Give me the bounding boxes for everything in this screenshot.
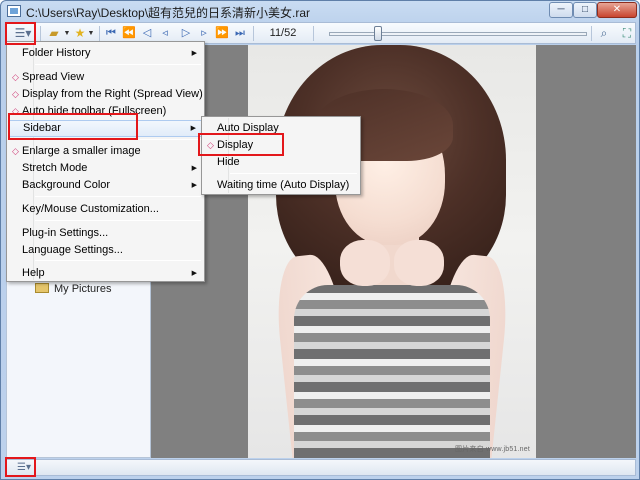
menu-item-label: Display from the Right (Spread View): [22, 88, 203, 100]
menu-item-label: Spread View: [22, 71, 85, 83]
maximize-button[interactable]: □: [573, 2, 597, 18]
submenu-arrow-icon: ▶: [191, 270, 197, 277]
toolbar-separator: [99, 26, 100, 41]
page-slider-thumb[interactable]: [374, 26, 383, 41]
diamond-check-icon: ◇: [12, 106, 19, 116]
page-slider-track[interactable]: [329, 32, 587, 36]
previous-single-icon[interactable]: ◃: [158, 25, 172, 42]
submenu-item-label: Auto Display: [217, 122, 279, 134]
image-viewer[interactable]: 图片来自 www.jb51.net: [151, 45, 636, 458]
menu-item-label: Sidebar: [23, 122, 61, 134]
sidebar-submenu: Auto Display ◇ Display Hide Waiting time (Au…: [201, 116, 361, 195]
menu-separator: [35, 260, 201, 261]
menu-separator: [230, 173, 357, 174]
photo-fist-left: [340, 240, 390, 286]
main-menu: Folder History ▶ ◇ Spread View ◇ Display from…: [6, 41, 205, 282]
folder-open-icon[interactable]: ▰: [43, 25, 65, 42]
menu-icon[interactable]: ☰▾: [10, 462, 38, 474]
menu-item-label: Folder History: [22, 47, 91, 59]
next-folder-icon[interactable]: ⏩: [215, 25, 229, 42]
close-button[interactable]: ✕: [597, 2, 637, 18]
submenu-item-waiting-time[interactable]: Waiting time (Auto Display): [203, 177, 359, 194]
menu-separator: [35, 64, 201, 65]
menu-item-folder-history[interactable]: Folder History ▶: [8, 45, 203, 62]
menu-item-background-color[interactable]: Background Color ▶: [8, 177, 203, 194]
search-icon[interactable]: ⌕: [597, 25, 611, 42]
menu-item-language-settings[interactable]: Language Settings...: [8, 242, 203, 259]
submenu-arrow-icon: ▶: [191, 182, 197, 189]
submenu-item-display[interactable]: ◇ Display: [203, 137, 359, 154]
first-page-icon[interactable]: ⏮: [104, 25, 118, 42]
diamond-check-icon: ◇: [12, 89, 19, 99]
open-dropdown-arrow[interactable]: ▼: [63, 25, 71, 42]
page-counter: 11/52: [269, 27, 297, 39]
window-title: C:\Users\Ray\Desktop\超有范兒的日系清新小美女.rar: [26, 6, 311, 20]
toolbar-separator: [253, 26, 254, 41]
submenu-item-auto-display[interactable]: Auto Display: [203, 120, 359, 137]
next-page-icon[interactable]: ▹: [197, 25, 211, 42]
folder-icon: [35, 283, 49, 293]
toolbar-separator: [313, 26, 314, 41]
title-bar: C:\Users\Ray\Desktop\超有范兒的日系清新小美女.rar ─ …: [1, 1, 639, 21]
diamond-check-icon: ◇: [12, 72, 19, 82]
menu-item-label: Background Color: [22, 179, 111, 191]
menu-icon[interactable]: ☰▾: [9, 25, 37, 42]
sidebar-folder-item[interactable]: My Pictures: [35, 283, 111, 295]
menu-item-key-mouse-customization[interactable]: Key/Mouse Customization...: [8, 201, 203, 218]
menu-item-help[interactable]: Help ▶: [8, 265, 203, 282]
displayed-photo[interactable]: 图片来自 www.jb51.net: [248, 45, 536, 458]
last-page-icon[interactable]: ⏭: [233, 25, 247, 42]
submenu-arrow-icon: ▶: [191, 165, 197, 172]
toolbar-separator: [591, 26, 592, 41]
previous-folder-icon[interactable]: ⏪: [122, 25, 136, 42]
submenu-item-hide[interactable]: Hide: [203, 154, 359, 171]
menu-item-spread-view[interactable]: ◇ Spread View: [8, 69, 203, 86]
photo-fist-right: [394, 240, 444, 286]
app-icon: [7, 5, 21, 17]
diamond-check-icon: ◇: [12, 146, 19, 156]
sidebar-folder-label: My Pictures: [54, 283, 112, 295]
submenu-item-label: Display: [217, 139, 254, 151]
menu-item-label: Help: [22, 267, 45, 279]
menu-item-stretch-mode[interactable]: Stretch Mode ▶: [8, 160, 203, 177]
submenu-arrow-icon: ▶: [190, 125, 196, 132]
status-bar: ☰▾: [6, 459, 636, 476]
diamond-check-icon: ◇: [207, 140, 214, 150]
toolbar-separator: [40, 26, 41, 41]
menu-separator: [35, 220, 201, 221]
next-single-icon[interactable]: ▷: [179, 25, 193, 42]
menu-item-label: Enlarge a smaller image: [22, 145, 141, 157]
submenu-item-label: Hide: [217, 156, 240, 168]
previous-page-icon[interactable]: ◁: [140, 25, 154, 42]
menu-item-label: Language Settings...: [22, 244, 123, 256]
menu-item-sidebar[interactable]: Sidebar ▶: [8, 120, 203, 137]
favorites-dropdown-arrow[interactable]: ▼: [87, 25, 95, 42]
submenu-arrow-icon: ▶: [191, 50, 197, 57]
minimize-button[interactable]: ─: [549, 2, 573, 18]
menu-separator: [35, 139, 201, 140]
menu-separator: [35, 196, 201, 197]
menu-item-label: Plug-in Settings...: [22, 227, 109, 239]
fullscreen-icon[interactable]: ⛶: [619, 25, 635, 42]
menu-item-label: Stretch Mode: [22, 162, 88, 174]
menu-item-label: Key/Mouse Customization...: [22, 203, 159, 215]
photo-watermark: 图片来自 www.jb51.net: [455, 446, 530, 453]
menu-item-label: Auto hide toolbar (Fullscreen): [22, 105, 167, 117]
submenu-item-label: Waiting time (Auto Display): [217, 179, 350, 191]
menu-item-plugin-settings[interactable]: Plug-in Settings...: [8, 225, 203, 242]
photo-striped-top: [294, 285, 490, 458]
menu-item-auto-hide-toolbar[interactable]: ◇ Auto hide toolbar (Fullscreen): [8, 103, 203, 120]
menu-item-enlarge-smaller-image[interactable]: ◇ Enlarge a smaller image: [8, 143, 203, 160]
menu-item-display-from-right[interactable]: ◇ Display from the Right (Spread View): [8, 86, 203, 103]
